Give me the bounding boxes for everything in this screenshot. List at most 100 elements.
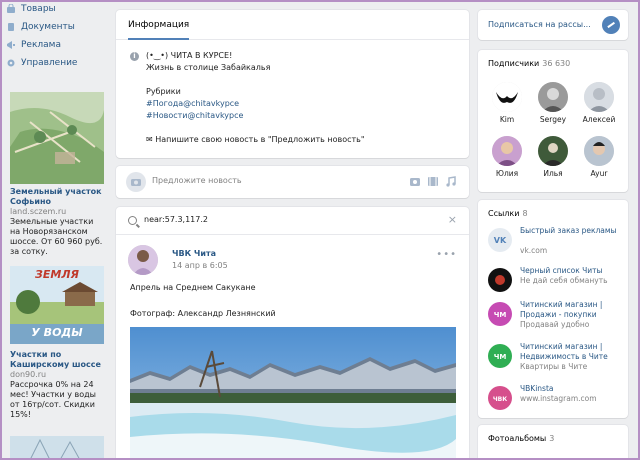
svg-text:ЧМ: ЧМ [494, 311, 507, 319]
ad-block[interactable] [10, 436, 104, 460]
subscribers-count: 36 630 [542, 59, 571, 68]
hashtag-link[interactable]: #Новости@chitavkypce [146, 110, 457, 122]
camera-icon [126, 172, 146, 192]
info-line: (•‿•) ЧИТА В КУРСЕ! [146, 51, 233, 60]
link-subtitle: Продавай удобно [520, 320, 590, 329]
links-card: Ссылки 8 VK Быстрый заказ рекламы vk.com … [478, 200, 628, 418]
ad-title[interactable]: Земельный участок Софьино [10, 187, 104, 207]
bag-icon [7, 4, 15, 13]
sidebar-item-label: Документы [21, 22, 75, 32]
ad-block[interactable]: ЗЕМЛЯ У ВОДЫ Участки по Каширскому шоссе… [10, 266, 104, 420]
chm-realty-icon: ЧМ [488, 344, 512, 368]
svg-text:VK: VK [494, 236, 507, 245]
sidebar-item-label: Товары [21, 4, 56, 14]
link-title[interactable]: ЧВKinsta [520, 384, 624, 394]
instagram-icon: ЧВК [488, 386, 512, 410]
avatar[interactable] [128, 245, 158, 275]
megaphone-icon [7, 41, 15, 49]
sidebar-item-label: Реклама [21, 40, 61, 50]
albums-count: 3 [549, 434, 555, 443]
ad-description: Земельные участки на Новорязанском шоссе… [10, 217, 103, 256]
subscriber[interactable]: Юлия [484, 132, 530, 186]
info-card: Информация i (•‿•) ЧИТА В КУРСЕ! Жизнь в… [116, 10, 469, 158]
info-line: Рубрики [146, 87, 181, 96]
post-photo[interactable] [130, 327, 456, 460]
post-author[interactable]: ЧВК Чита [172, 249, 216, 258]
close-icon[interactable]: × [448, 213, 457, 226]
link-title[interactable]: Читинский магазин | Недвижимость в Чите [520, 342, 624, 362]
subscribers-card: Подписчики 36 630 Kim Sergey Алексей Юлия… [478, 50, 628, 192]
subscriber[interactable]: Алексей [576, 78, 622, 132]
subscriber[interactable]: Ayur [576, 132, 622, 186]
more-options-icon[interactable]: ••• [436, 249, 457, 260]
ad-image[interactable] [10, 92, 104, 184]
post-date[interactable]: 14 апр в 6:05 [172, 261, 228, 270]
sidebar-item-ads[interactable]: Реклама [6, 36, 106, 54]
ad-image[interactable] [10, 436, 104, 460]
sidebar-item-manage[interactable]: Управление [6, 54, 106, 72]
ad-block[interactable]: Земельный участок Софьино land.sczem.ru … [10, 92, 104, 257]
subscribers-title: Подписчики [488, 59, 540, 68]
link-subtitle: Не дай себя обмануть [520, 276, 608, 285]
link-item[interactable]: ЧМ Читинский магазин | Продажи - покупки… [488, 300, 624, 340]
subscriber[interactable]: Kim [484, 78, 530, 132]
subscriber-name: Kim [499, 115, 515, 124]
hashtag-link[interactable]: #Погода@chitavkypce [146, 98, 457, 110]
links-header[interactable]: Ссылки 8 [488, 209, 528, 218]
sidebar-item-goods[interactable]: Товары [6, 0, 106, 18]
avatar[interactable] [538, 136, 568, 166]
suggest-news-input[interactable]: Предложите новость [152, 176, 242, 185]
blacklist-icon [488, 268, 512, 292]
ad-image-caption-top: ЗЕМЛЯ [35, 268, 79, 281]
link-title[interactable]: Читинский магазин | Продажи - покупки [520, 300, 624, 320]
avatar[interactable] [492, 136, 522, 166]
avatar[interactable] [584, 82, 614, 112]
link-item[interactable]: VK Быстрый заказ рекламы vk.com [488, 226, 624, 266]
video-icon[interactable] [427, 176, 439, 187]
albums-card: Фотоальбомы 3 [478, 425, 628, 460]
link-item[interactable]: ЧВК ЧВKinsta www.instagram.com [488, 384, 624, 424]
music-icon[interactable] [445, 176, 457, 187]
photo-icon[interactable] [409, 176, 421, 187]
ad-image-caption-bottom: У ВОДЫ [31, 326, 83, 339]
link-title[interactable]: Быстрый заказ рекламы [520, 226, 624, 236]
ad-domain: don90.ru [10, 370, 47, 379]
search-input[interactable]: near:57.3,117.2 [144, 215, 208, 224]
suggest-news-card[interactable]: Предложите новость [116, 166, 469, 198]
subscriber-name: Алексей [582, 115, 616, 124]
vk-logo-icon: VK [488, 228, 512, 252]
document-icon [8, 23, 14, 31]
subscriber-name: Илья [543, 169, 563, 178]
subscriber[interactable]: Илья [530, 132, 576, 186]
sidebar-item-documents[interactable]: Документы [6, 18, 106, 36]
link-item[interactable]: ЧМ Читинский магазин | Недвижимость в Чи… [488, 342, 624, 382]
ad-image[interactable]: ЗЕМЛЯ У ВОДЫ [10, 266, 104, 344]
post-text: Апрель на Среднем Сакукане [130, 283, 256, 292]
gear-icon [7, 59, 15, 67]
info-text: (•‿•) ЧИТА В КУРСЕ! Жизнь в столице Заба… [146, 50, 457, 146]
subscriber[interactable]: Sergey [530, 78, 576, 132]
ad-domain: land.sczem.ru [10, 207, 67, 216]
link-subtitle: Квартиры в Чите [520, 362, 588, 371]
subscriber-name: Юлия [495, 169, 519, 178]
subscribers-header[interactable]: Подписчики 36 630 [488, 59, 570, 68]
ad-description: Рассрочка 0% на 24 мес! Участки у воды о… [10, 380, 96, 419]
sidebar-item-label: Управление [21, 58, 78, 68]
wall-feed: near:57.3,117.2 × ЧВК Чита 14 апр в 6:05… [116, 207, 469, 460]
ad-title[interactable]: Участки по Каширскому шоссе [10, 350, 104, 370]
avatar[interactable] [584, 136, 614, 166]
subscribe-card[interactable]: Подписаться на рассы... [478, 10, 628, 40]
link-subtitle: www.instagram.com [520, 394, 597, 403]
avatar[interactable] [492, 82, 522, 112]
tab-information[interactable]: Информация [128, 10, 190, 40]
info-line: Жизнь в столице Забайкалья [146, 63, 271, 72]
wall-search[interactable]: near:57.3,117.2 × [116, 207, 469, 235]
subscribe-button[interactable]: Подписаться на рассы... [488, 20, 591, 29]
avatar[interactable] [538, 82, 568, 112]
left-sidebar: Товары Документы Реклама Управление Земе… [6, 0, 106, 460]
info-icon: i [130, 52, 139, 61]
send-arrow-icon[interactable] [602, 16, 620, 34]
albums-header[interactable]: Фотоальбомы 3 [488, 434, 554, 443]
post-credit: Фотограф: Александр Лезнянский [130, 309, 276, 318]
link-title[interactable]: Черный список Читы [520, 266, 624, 276]
